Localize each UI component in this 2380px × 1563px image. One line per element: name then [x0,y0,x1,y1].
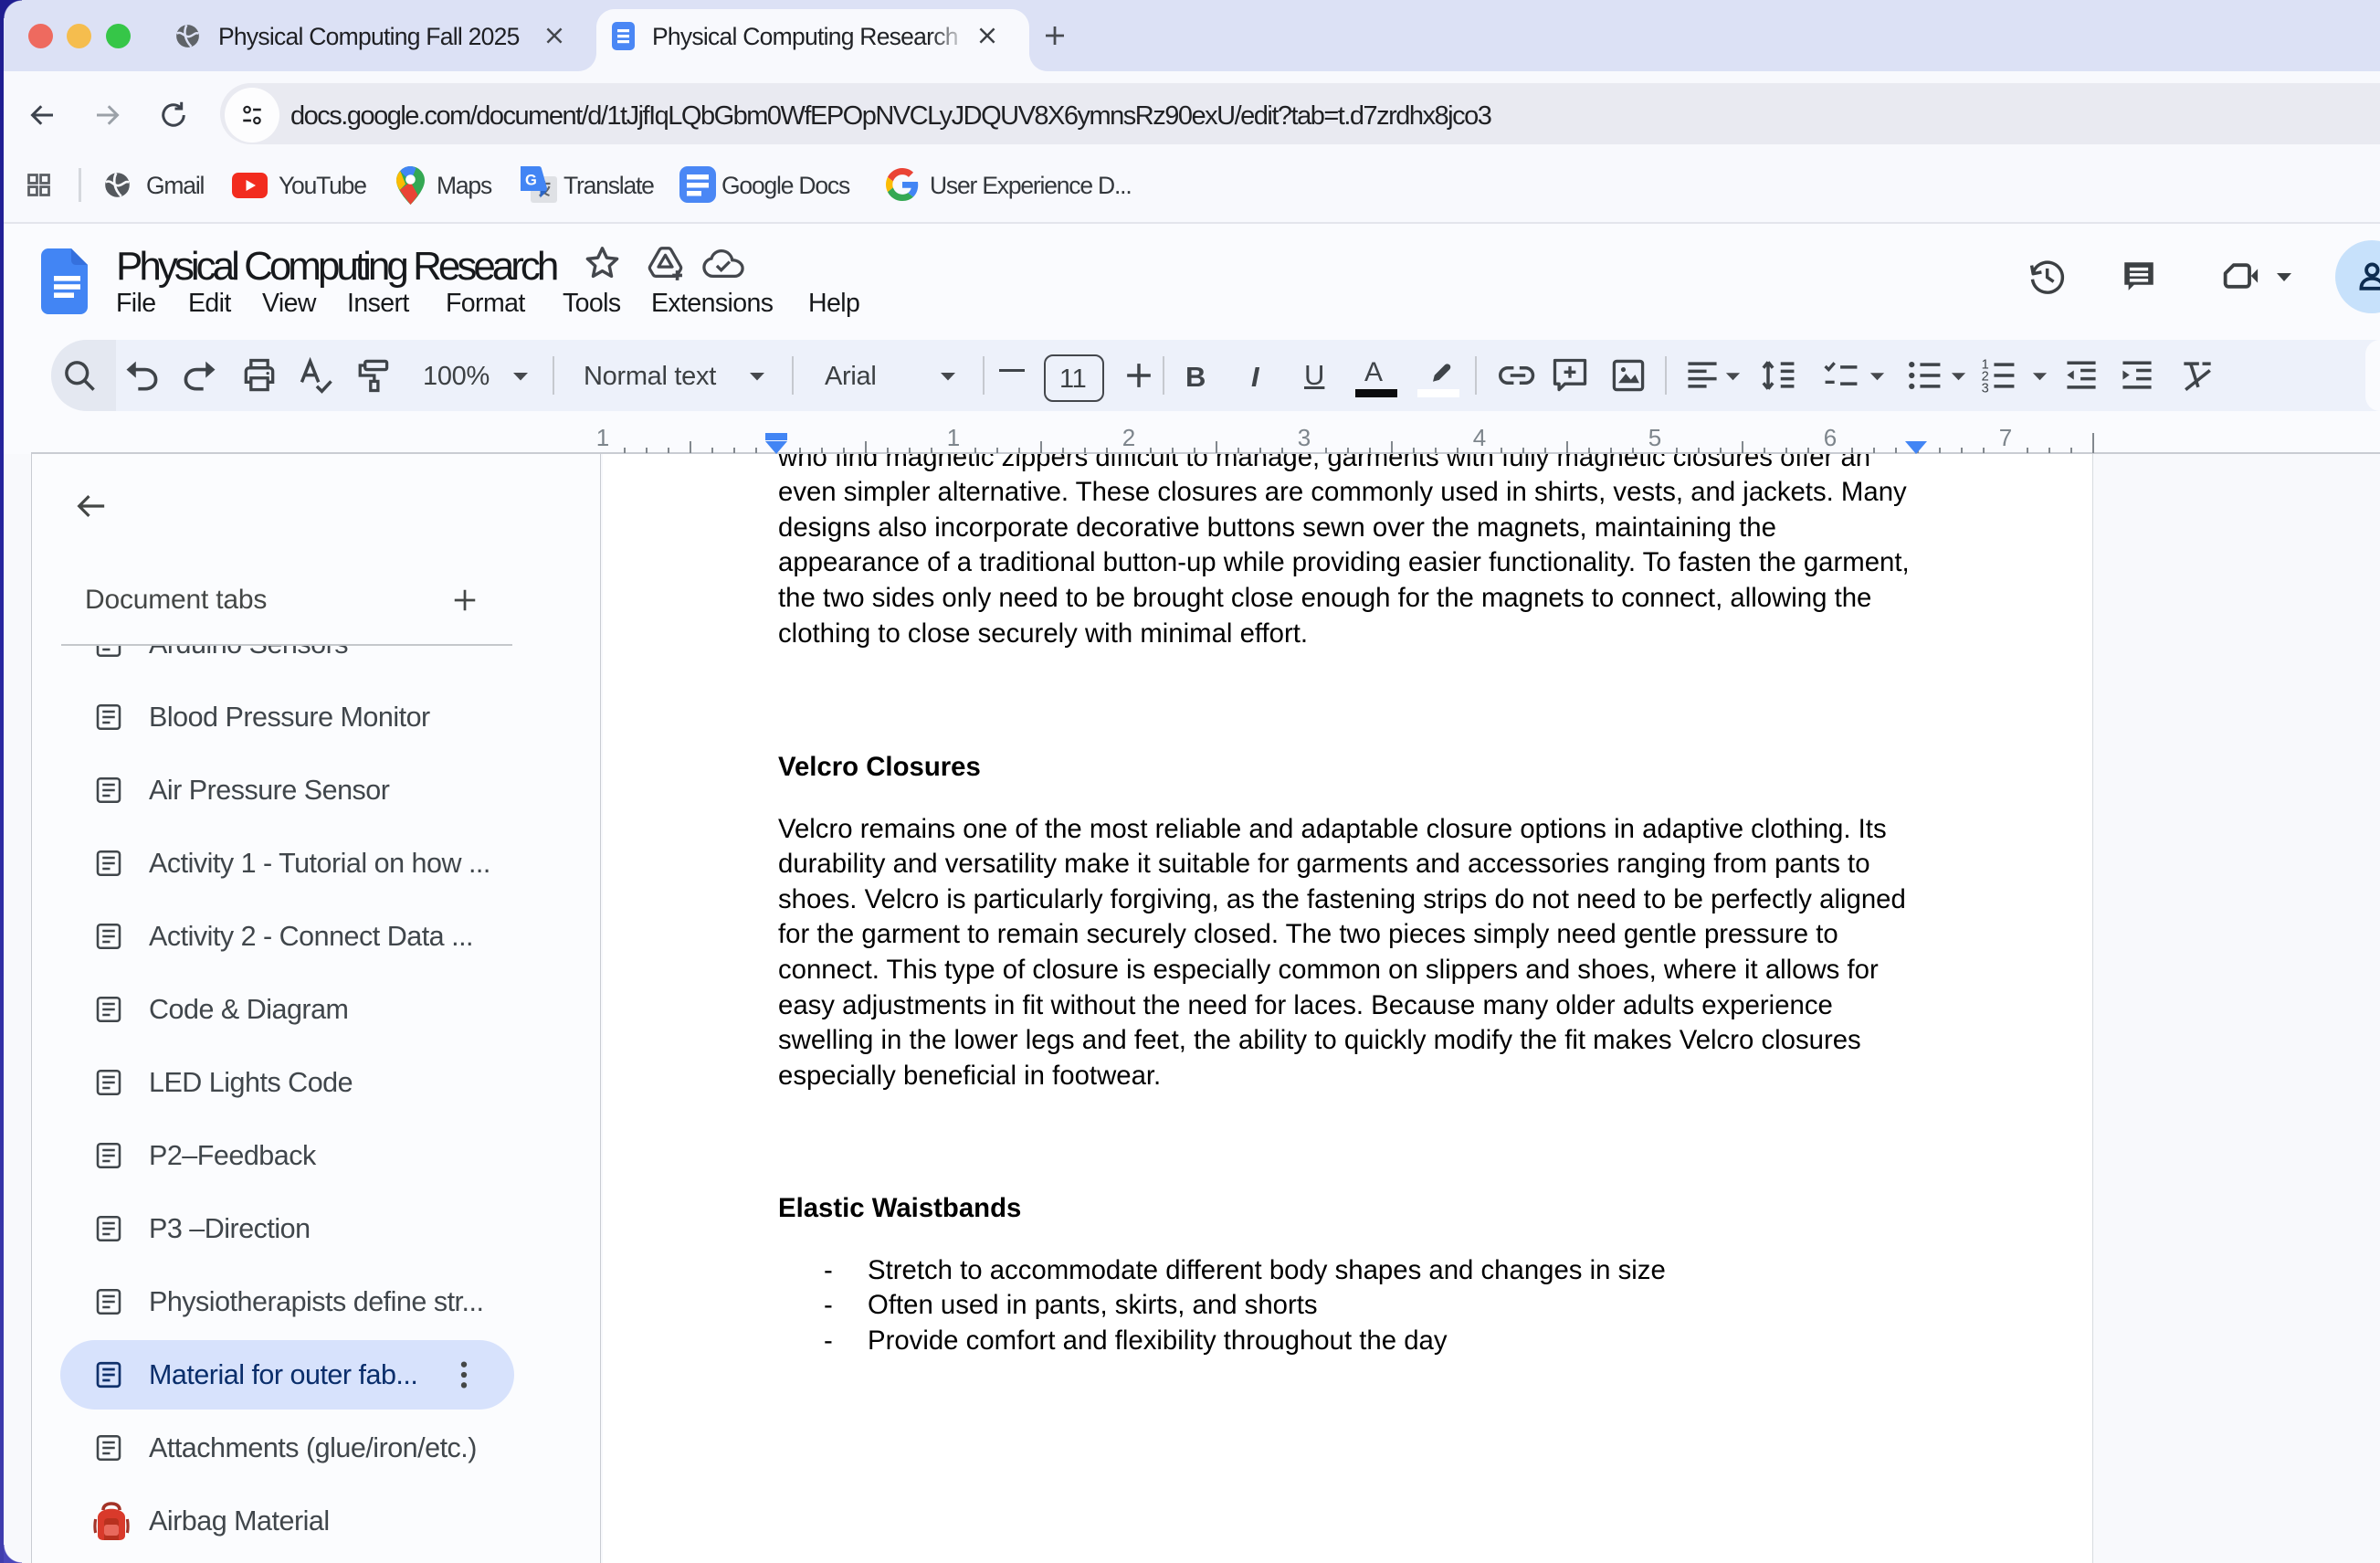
svg-text:3: 3 [1982,381,1989,396]
svg-text:G: G [525,173,537,189]
